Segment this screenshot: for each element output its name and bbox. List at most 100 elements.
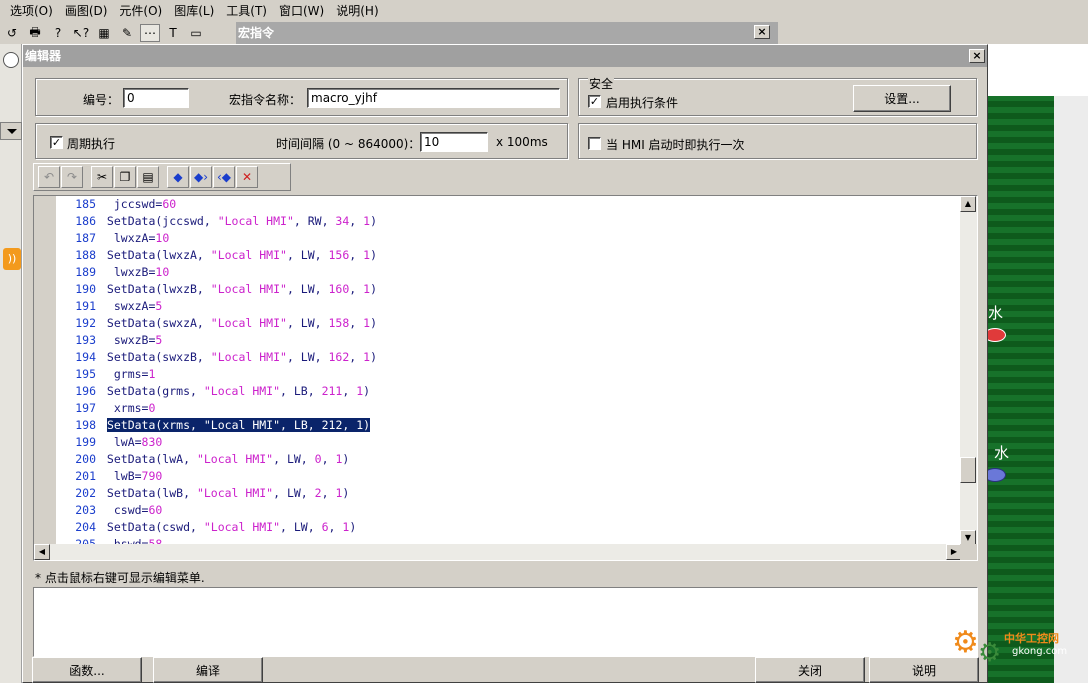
code-horizontal-scrollbar[interactable]: ◀ ▶	[34, 544, 962, 560]
text-icon[interactable]: T	[163, 24, 183, 42]
bookmark-next-icon[interactable]: ◆›	[190, 166, 212, 188]
code-line[interactable]: SetData(jccswd, "Local HMI", RW, 34, 1)	[100, 213, 960, 230]
code-line[interactable]: SetData(swxzA, "Local HMI", LW, 158, 1)	[100, 315, 960, 332]
periodic-label: 周期执行	[67, 137, 116, 151]
code-line[interactable]: jccswd=60	[100, 196, 960, 213]
enable-condition-label: 启用执行条件	[606, 96, 679, 110]
context-help-icon[interactable]: ↖?	[71, 24, 91, 42]
paste-icon[interactable]: ▤	[137, 166, 159, 188]
code-line[interactable]: swxzB=5	[100, 332, 960, 349]
bookmark-toggle-icon[interactable]: ◆	[167, 166, 189, 188]
print-icon[interactable]: 🖶	[25, 24, 45, 42]
functions-button[interactable]: 函数...	[32, 657, 142, 683]
watermark-text: 中华工控网	[1004, 632, 1059, 645]
code-line[interactable]: SetData(lwB, "Local HMI", LW, 2, 1)	[100, 485, 960, 502]
bookmark-clear-icon[interactable]: ✕	[236, 166, 258, 188]
code-vertical-scrollbar[interactable]: ▲ ▼	[960, 196, 977, 546]
menu-item[interactable]: 窗口(W)	[273, 0, 330, 22]
line-number: 195	[75, 367, 96, 381]
code-line[interactable]: SetData(lwxzB, "Local HMI", LW, 160, 1)	[100, 281, 960, 298]
interval-input[interactable]: 10	[420, 132, 488, 152]
copy-icon[interactable]: ❐	[114, 166, 136, 188]
menu-item[interactable]: 元件(O)	[113, 0, 168, 22]
rectangle-icon[interactable]: ▭	[186, 24, 206, 42]
editor-close-icon[interactable]: ×	[969, 49, 985, 63]
code-line[interactable]: swxzA=5	[100, 298, 960, 315]
code-line[interactable]: cswd=60	[100, 502, 960, 519]
line-number: 196	[75, 384, 96, 398]
background-white-area	[988, 44, 1088, 96]
code-line[interactable]: lwxzB=10	[100, 264, 960, 281]
number-input[interactable]: 0	[123, 88, 189, 108]
enable-condition-checkbox[interactable]: ✓	[588, 95, 601, 108]
dropdown-arrow-icon[interactable]	[0, 122, 22, 140]
code-line[interactable]: SetData(swxzB, "Local HMI", LW, 162, 1)	[100, 349, 960, 366]
vertical-scroll-thumb[interactable]	[960, 457, 976, 483]
line-number: 189	[75, 265, 96, 279]
line-number: 193	[75, 333, 96, 347]
rss-icon[interactable]: ))	[3, 248, 21, 270]
right-click-hint: * 点击鼠标右键可显示编辑菜单.	[35, 571, 205, 585]
settings-button[interactable]: 设置...	[853, 85, 951, 112]
security-label: 安全	[588, 75, 615, 92]
cut-icon[interactable]: ✂	[91, 166, 113, 188]
run-once-label: 当 HMI 启动时即执行一次	[606, 138, 745, 152]
macro-name-label: 宏指令名称：	[229, 93, 302, 107]
line-number: 194	[75, 350, 96, 364]
clock-icon[interactable]	[3, 52, 19, 68]
editor-title: 编辑器	[25, 49, 62, 63]
code-line[interactable]: lwxzA=10	[100, 230, 960, 247]
code-line[interactable]: lwB=790	[100, 468, 960, 485]
editor-window: 编辑器 × 编号： 0 宏指令名称： macro_yjhf 安全 ✓ 启用执行条…	[22, 44, 988, 683]
scroll-up-icon[interactable]: ▲	[960, 196, 976, 212]
run-once-checkbox[interactable]	[588, 137, 601, 150]
compile-button[interactable]: 编译	[153, 657, 263, 683]
pen-icon[interactable]: ✎	[117, 24, 137, 42]
code-line-selected[interactable]: SetData(xrms, "Local HMI", LB, 212, 1)	[100, 417, 960, 434]
menu-item[interactable]: 画图(D)	[59, 0, 114, 22]
watermark-logo: ⚙ ⚙ 中华工控网 gkong.com	[952, 624, 1082, 669]
gear-icon: ⚙	[952, 625, 979, 660]
preview-label-water-1: 水	[988, 304, 1004, 322]
line-number: 187	[75, 231, 96, 245]
code-line[interactable]: grms=1	[100, 366, 960, 383]
code-line[interactable]: SetData(lwA, "Local HMI", LW, 0, 1)	[100, 451, 960, 468]
undo-icon[interactable]: ↺	[2, 24, 22, 42]
macro-window-close-icon[interactable]: ×	[754, 25, 770, 39]
macro-window-title: 宏指令	[238, 26, 275, 40]
compile-output-area[interactable]	[33, 587, 978, 657]
menubar: 选项(O) 画图(D) 元件(O) 图库(L) 工具(T) 窗口(W) 说明(H)	[0, 0, 778, 22]
code-line[interactable]: SetData(grms, "Local HMI", LB, 211, 1)	[100, 383, 960, 400]
gear-small-icon: ⚙	[978, 638, 1002, 668]
redo-icon[interactable]: ↷	[61, 166, 83, 188]
help-icon[interactable]: ?	[48, 24, 68, 42]
code-gutter	[34, 196, 56, 546]
main-toolbar: ↺ 🖶 ? ↖? ▦ ✎ ⋯ T ▭	[0, 22, 236, 44]
periodic-checkbox[interactable]: ✓	[50, 136, 63, 149]
run-once-group: 当 HMI 启动时即执行一次	[578, 123, 977, 159]
line-number: 203	[75, 503, 96, 517]
macro-name-input[interactable]: macro_yjhf	[307, 88, 560, 108]
code-editor[interactable]: 185 186 187 188 189 190 191 192 193 194 195 196 197 1…	[33, 195, 978, 561]
scrollbar-corner	[960, 544, 977, 560]
bookmark-prev-icon[interactable]: ‹◆	[213, 166, 235, 188]
line-numbers: 185 186 187 188 189 190 191 192 193 194 195 196 197 1…	[56, 196, 100, 546]
scroll-left-icon[interactable]: ◀	[34, 544, 50, 560]
undo-icon[interactable]: ↶	[38, 166, 60, 188]
menu-item[interactable]: 选项(O)	[4, 0, 59, 22]
code-line[interactable]: SetData(lwxzA, "Local HMI", LW, 156, 1)	[100, 247, 960, 264]
menu-item[interactable]: 图库(L)	[168, 0, 220, 22]
tool-icon[interactable]: ▦	[94, 24, 114, 42]
watermark-domain: gkong.com	[1012, 646, 1068, 657]
grid-icon[interactable]: ⋯	[140, 24, 160, 42]
code-line[interactable]: SetData(cswd, "Local HMI", LW, 6, 1)	[100, 519, 960, 536]
close-button[interactable]: 关闭	[755, 657, 865, 683]
line-number: 186	[75, 214, 96, 228]
code-line[interactable]: xrms=0	[100, 400, 960, 417]
line-number: 200	[75, 452, 96, 466]
menu-item[interactable]: 说明(H)	[330, 0, 384, 22]
code-lines[interactable]: jccswd=60 SetData(jccswd, "Local HMI", R…	[100, 196, 960, 546]
menu-item[interactable]: 工具(T)	[220, 0, 273, 22]
code-line[interactable]: lwA=830	[100, 434, 960, 451]
line-number: 199	[75, 435, 96, 449]
